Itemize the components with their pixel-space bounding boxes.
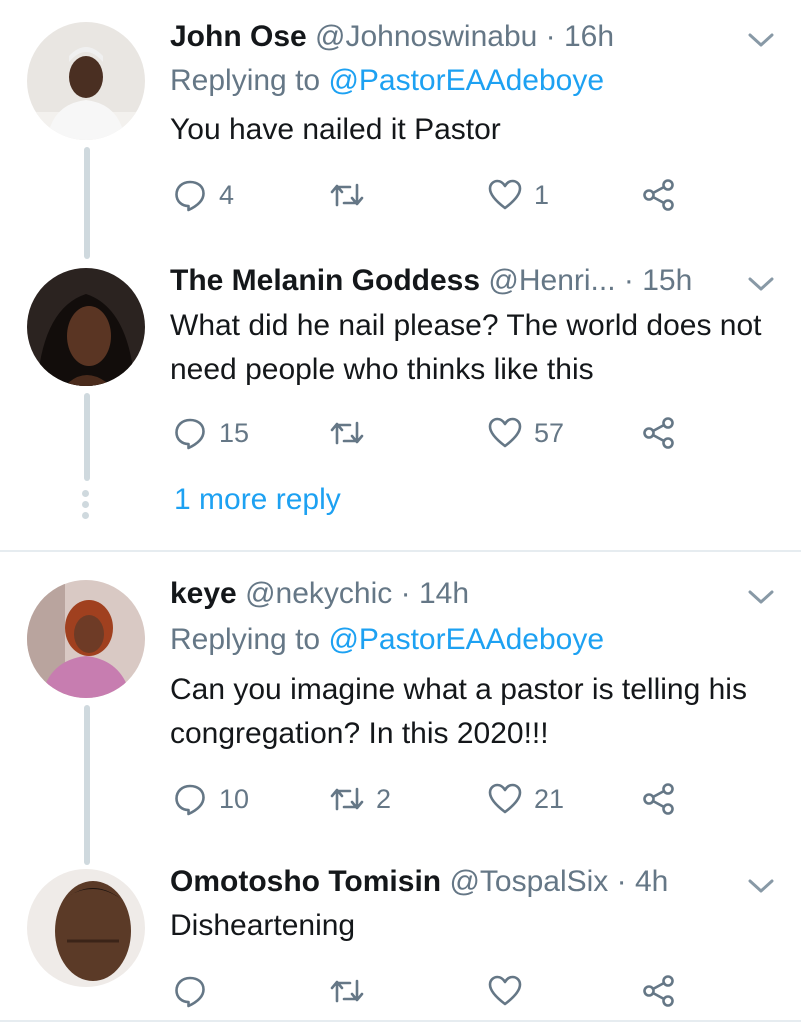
avatar[interactable] xyxy=(27,268,145,386)
reply-icon xyxy=(175,976,205,1008)
reply-button[interactable] xyxy=(173,971,219,1011)
tweet-text: You have nailed it Pastor xyxy=(170,113,501,146)
retweet-count: 2 xyxy=(376,783,392,814)
handle[interactable]: @TospalSix xyxy=(449,865,608,898)
more-replies-link[interactable]: 1 more reply xyxy=(174,485,341,515)
avatar[interactable] xyxy=(27,580,145,698)
tweet-header: The Melanin Goddess @Henri... · 15h xyxy=(170,266,692,296)
display-name[interactable]: keye xyxy=(170,577,237,610)
reply-icon xyxy=(175,180,205,212)
like-button[interactable]: 21 xyxy=(488,779,564,819)
retweet-icon xyxy=(330,421,364,445)
thread-line xyxy=(84,705,90,865)
avatar[interactable] xyxy=(27,22,145,140)
reply-button[interactable]: 10 xyxy=(173,779,249,819)
like-button[interactable] xyxy=(488,971,534,1011)
mention-link[interactable]: @PastorEAAdeboye xyxy=(328,623,604,656)
retweet-icon xyxy=(330,183,364,207)
tweet-text: What did he nail please? The world does … xyxy=(170,309,762,386)
share-button[interactable] xyxy=(642,779,676,819)
retweet-button[interactable] xyxy=(330,971,376,1011)
display-name[interactable]: The Melanin Goddess xyxy=(170,264,480,297)
timestamp[interactable]: · 15h xyxy=(624,264,692,297)
retweet-icon xyxy=(330,979,364,1003)
chevron-down-icon[interactable] xyxy=(746,587,776,607)
share-button[interactable] xyxy=(642,175,676,215)
reply-count: 10 xyxy=(219,783,250,814)
handle[interactable]: @nekychic xyxy=(245,577,392,610)
share-button[interactable] xyxy=(642,413,676,453)
share-icon xyxy=(643,783,674,815)
replying-to: Replying to @PastorEAAdeboye xyxy=(170,625,604,655)
mention-link[interactable]: @PastorEAAdeboye xyxy=(328,64,604,97)
share-button[interactable] xyxy=(642,971,676,1011)
like-count: 57 xyxy=(534,417,565,448)
replying-label: Replying to xyxy=(170,64,321,97)
tweet-header: keye @nekychic · 14h xyxy=(170,579,469,609)
retweet-button[interactable]: 2 xyxy=(330,779,391,819)
divider xyxy=(0,550,801,552)
reply-icon xyxy=(175,418,205,450)
heart-icon xyxy=(488,179,522,210)
reply-icon xyxy=(175,784,205,816)
share-icon xyxy=(643,975,674,1007)
thread-line xyxy=(84,147,90,259)
share-icon xyxy=(643,179,674,211)
like-count: 21 xyxy=(534,783,565,814)
like-count: 1 xyxy=(534,179,550,210)
tweet-text: Disheartening xyxy=(170,909,356,942)
tweet-text: Can you imagine what a pastor is telling… xyxy=(170,673,747,750)
retweet-button[interactable] xyxy=(330,413,376,453)
heart-icon xyxy=(488,975,522,1006)
timestamp[interactable]: · 16h xyxy=(546,20,614,53)
divider xyxy=(0,1020,801,1022)
display-name[interactable]: John Ose xyxy=(170,20,307,53)
reply-button[interactable]: 15 xyxy=(173,413,249,453)
reply-button[interactable]: 4 xyxy=(173,175,234,215)
share-icon xyxy=(643,417,674,449)
reply-count: 15 xyxy=(219,417,250,448)
heart-icon xyxy=(488,417,522,448)
timestamp[interactable]: · 4h xyxy=(617,865,669,898)
like-button[interactable]: 57 xyxy=(488,413,564,453)
handle[interactable]: @Henri... xyxy=(488,264,615,297)
avatar[interactable] xyxy=(27,869,145,987)
retweet-icon xyxy=(330,787,364,811)
thread-dots-icon xyxy=(82,490,90,523)
chevron-down-icon[interactable] xyxy=(746,876,776,896)
retweet-button[interactable] xyxy=(330,175,376,215)
replying-to: Replying to @PastorEAAdeboye xyxy=(170,66,604,96)
tweet-header: John Ose @Johnoswinabu · 16h xyxy=(170,22,614,52)
reply-count: 4 xyxy=(219,179,235,210)
heart-icon xyxy=(488,783,522,814)
tweet-header: Omotosho Tomisin @TospalSix · 4h xyxy=(170,867,668,897)
replying-label: Replying to xyxy=(170,623,321,656)
chevron-down-icon[interactable] xyxy=(746,30,776,50)
like-button[interactable]: 1 xyxy=(488,175,549,215)
handle[interactable]: @Johnoswinabu xyxy=(315,20,537,53)
display-name[interactable]: Omotosho Tomisin xyxy=(170,865,441,898)
timestamp[interactable]: · 14h xyxy=(401,577,469,610)
chevron-down-icon[interactable] xyxy=(746,274,776,294)
thread-line xyxy=(84,393,90,481)
